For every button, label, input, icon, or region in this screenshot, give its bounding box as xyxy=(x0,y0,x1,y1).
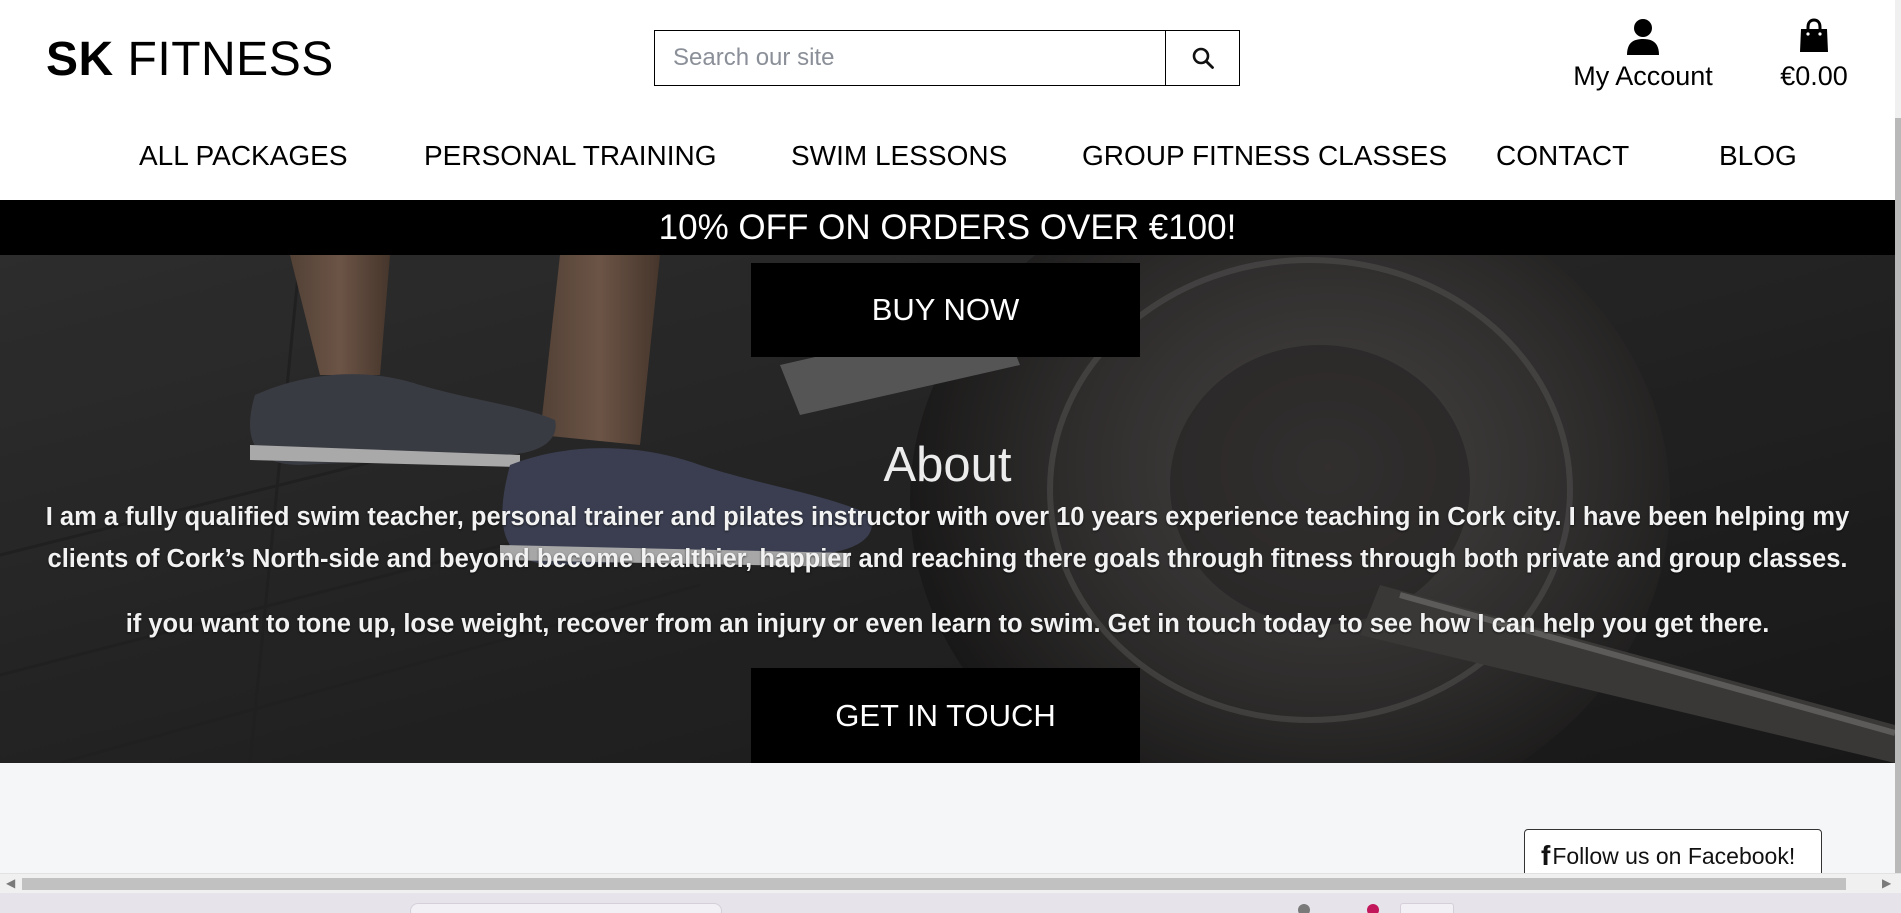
promo-banner: 10% OFF ON ORDERS OVER €100! xyxy=(0,200,1895,255)
shopping-bag-icon xyxy=(1800,18,1828,52)
site-logo[interactable]: SK FITNESS xyxy=(46,30,334,90)
main-navigation: ALL PACKAGES PERSONAL TRAINING SWIM LESS… xyxy=(0,118,1895,200)
lower-section: f Follow us on Facebook! xyxy=(0,763,1895,883)
search-form xyxy=(654,30,1240,86)
logo-light-text: FITNESS xyxy=(127,33,334,86)
nav-group-fitness-classes[interactable]: GROUP FITNESS CLASSES xyxy=(1082,136,1447,176)
site-header: SK FITNESS My Account xyxy=(0,0,1895,118)
buy-now-button[interactable]: BUY NOW xyxy=(751,263,1140,357)
facebook-follow-label: Follow us on Facebook! xyxy=(1552,842,1796,869)
taskbar-app-button[interactable] xyxy=(1400,903,1454,913)
about-paragraph-1: I am a fully qualified swim teacher, per… xyxy=(45,503,1850,573)
taskbar-app-icon[interactable] xyxy=(1298,904,1310,913)
hero-section: BUY NOW About I am a fully qualified swi… xyxy=(0,255,1895,763)
nav-blog[interactable]: BLOG xyxy=(1719,136,1797,176)
horizontal-scrollbar[interactable]: ◀ ▶ xyxy=(0,873,1901,893)
nav-contact[interactable]: CONTACT xyxy=(1496,136,1629,176)
nav-personal-training[interactable]: PERSONAL TRAINING xyxy=(424,136,717,176)
vertical-scrollbar[interactable] xyxy=(1895,0,1901,873)
about-paragraph-2: if you want to tone up, lose weight, rec… xyxy=(125,610,1770,638)
vertical-scrollbar-thumb[interactable] xyxy=(1895,118,1901,873)
about-heading: About xyxy=(883,438,1012,492)
my-account-label: My Account xyxy=(1573,61,1713,91)
logo-bold-text: SK xyxy=(46,33,114,86)
taskbar-strip xyxy=(0,893,1901,913)
get-in-touch-button[interactable]: GET IN TOUCH xyxy=(751,668,1140,763)
nav-swim-lessons[interactable]: SWIM LESSONS xyxy=(791,136,1007,176)
search-icon xyxy=(1192,47,1214,69)
my-account-link[interactable]: My Account xyxy=(1562,18,1724,98)
user-icon xyxy=(1627,19,1659,55)
search-input[interactable] xyxy=(655,31,1165,85)
taskbar-search-pill[interactable] xyxy=(410,903,722,913)
search-button[interactable] xyxy=(1165,31,1239,85)
scroll-left-arrow-icon[interactable]: ◀ xyxy=(6,876,15,890)
facebook-icon: f xyxy=(1541,840,1551,871)
horizontal-scrollbar-thumb[interactable] xyxy=(22,878,1846,890)
taskbar-app-icon[interactable] xyxy=(1367,904,1379,913)
nav-all-packages[interactable]: ALL PACKAGES xyxy=(139,136,348,176)
cart-total: €0.00 xyxy=(1780,61,1848,91)
cart-link[interactable]: €0.00 xyxy=(1768,18,1860,98)
scroll-right-arrow-icon[interactable]: ▶ xyxy=(1882,876,1891,890)
